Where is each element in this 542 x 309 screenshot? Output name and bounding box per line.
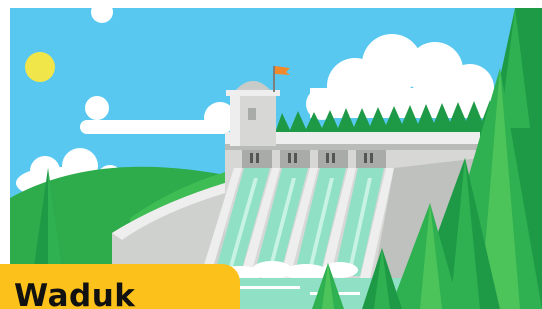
control-tower — [226, 81, 280, 146]
illustration-frame: Waduk — [0, 0, 542, 309]
cloud-dot — [85, 96, 109, 120]
river-ripple — [240, 286, 300, 289]
sun-icon — [25, 52, 55, 82]
title-label: Waduk — [14, 278, 136, 309]
